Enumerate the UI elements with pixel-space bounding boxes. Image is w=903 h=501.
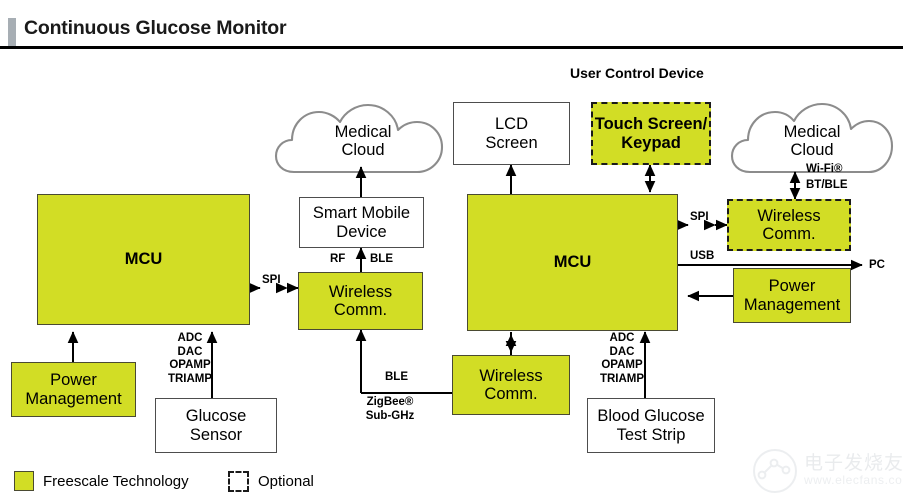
analog-label-line: DAC: [177, 345, 203, 358]
block-label-line: Power: [768, 277, 816, 296]
block-label: MCU: [553, 253, 592, 272]
connection-label-ble-upper: BLE: [370, 253, 393, 265]
block-label-line: Glucose: [185, 407, 247, 426]
block-label-line: Wireless: [328, 282, 393, 301]
analog-label-line: ADC: [177, 332, 203, 344]
cloud-label-line: Medical: [334, 123, 392, 141]
block-label-line: Wireless: [479, 366, 543, 385]
block-label-line: Screen: [485, 133, 538, 152]
legend-item-optional: Optional: [228, 471, 314, 492]
analog-label-line: ADC: [609, 332, 635, 344]
watermark: 电子发烧友 www.elecfans.com: [752, 446, 903, 498]
medical-cloud-right-label: Medical Cloud: [730, 123, 894, 160]
legend-label: Optional: [258, 473, 314, 490]
block-power-management-right[interactable]: Power Management: [733, 268, 851, 323]
block-label-line: Device: [336, 222, 387, 241]
connection-label-spi-right: SPI: [690, 211, 709, 223]
block-label-line: Blood Glucose: [597, 407, 705, 426]
block-label-line: Wireless: [757, 206, 821, 225]
connection-label-bt-ble: BT/BLE: [806, 179, 848, 191]
block-wireless-comm-center[interactable]: Wireless Comm.: [452, 355, 570, 415]
block-label-line: LCD: [494, 115, 528, 134]
block-power-management-left[interactable]: Power Management: [11, 362, 136, 417]
block-smart-mobile-device[interactable]: Smart Mobile Device: [299, 197, 424, 248]
title-bar: Continuous Glucose Monitor: [0, 0, 903, 49]
block-touch-screen-keypad[interactable]: Touch Screen/ Keypad: [591, 102, 711, 165]
cloud-label-line: Medical: [783, 123, 841, 141]
connection-label-pc: PC: [869, 259, 885, 271]
block-label-line: Comm.: [333, 301, 388, 319]
block-label-line: Comm.: [762, 225, 816, 243]
title-accent-bar: [8, 18, 16, 46]
connection-label-ble-center: BLE: [385, 371, 408, 383]
block-mcu-right[interactable]: MCU: [467, 194, 678, 331]
block-label-line: Power: [50, 371, 97, 390]
block-label: MCU: [124, 250, 163, 269]
block-label-line: Test Strip: [616, 425, 686, 444]
analog-label-line: TRIAMP: [599, 372, 645, 385]
title-divider: [0, 46, 903, 49]
legend-label: Freescale Technology: [43, 472, 189, 490]
page-title: Continuous Glucose Monitor: [24, 17, 287, 39]
block-wireless-comm-right[interactable]: Wireless Comm.: [727, 199, 851, 251]
section-title-user-control-device: User Control Device: [570, 65, 704, 81]
block-label-line: Smart Mobile: [312, 204, 411, 223]
block-wireless-comm-left[interactable]: Wireless Comm.: [298, 272, 423, 330]
analog-label-line: OPAMP: [169, 359, 211, 372]
zigbee-label-line: Sub-GHz: [365, 409, 415, 422]
analog-label-line: TRIAMP: [167, 372, 213, 385]
analog-label-line: DAC: [609, 345, 635, 358]
cloud-label-line: Cloud: [341, 141, 385, 160]
block-lcd-screen[interactable]: LCD Screen: [453, 102, 570, 165]
block-label-line: Management: [743, 295, 841, 314]
block-mcu-left[interactable]: MCU: [37, 194, 250, 325]
medical-cloud-left-label: Medical Cloud: [274, 123, 452, 160]
block-blood-glucose-test-strip[interactable]: Blood Glucose Test Strip: [587, 398, 715, 453]
connection-label-zigbee-subghz: ZigBee® Sub-GHz: [355, 396, 425, 423]
connection-label-analog-left: ADC DAC OPAMP TRIAMP: [160, 332, 220, 386]
analog-label-line: OPAMP: [601, 359, 643, 372]
zigbee-label-line: ZigBee®: [366, 396, 414, 408]
watermark-chinese-text: 电子发烧友: [804, 452, 903, 474]
connection-label-wifi: Wi-Fi®: [806, 163, 843, 175]
connection-label-rf: RF: [330, 253, 346, 265]
block-label-line: Keypad: [621, 133, 681, 152]
legend-item-freescale: Freescale Technology: [14, 471, 189, 491]
cloud-label-line: Cloud: [790, 141, 834, 160]
watermark-url-text: www.elecfans.com: [804, 473, 903, 487]
connection-label-usb: USB: [690, 250, 715, 262]
legend-green-swatch-icon: [14, 471, 34, 491]
block-glucose-sensor[interactable]: Glucose Sensor: [155, 398, 277, 453]
watermark-logo-icon: [753, 449, 797, 493]
block-label-line: Touch Screen/: [594, 115, 708, 134]
block-label-line: Sensor: [189, 425, 243, 444]
legend-dashed-swatch-icon: [228, 471, 249, 492]
connection-label-spi-left: SPI: [262, 274, 281, 286]
block-label-line: Comm.: [484, 385, 538, 403]
connection-label-analog-right: ADC DAC OPAMP TRIAMP: [592, 332, 652, 386]
block-label-line: Management: [25, 389, 122, 408]
